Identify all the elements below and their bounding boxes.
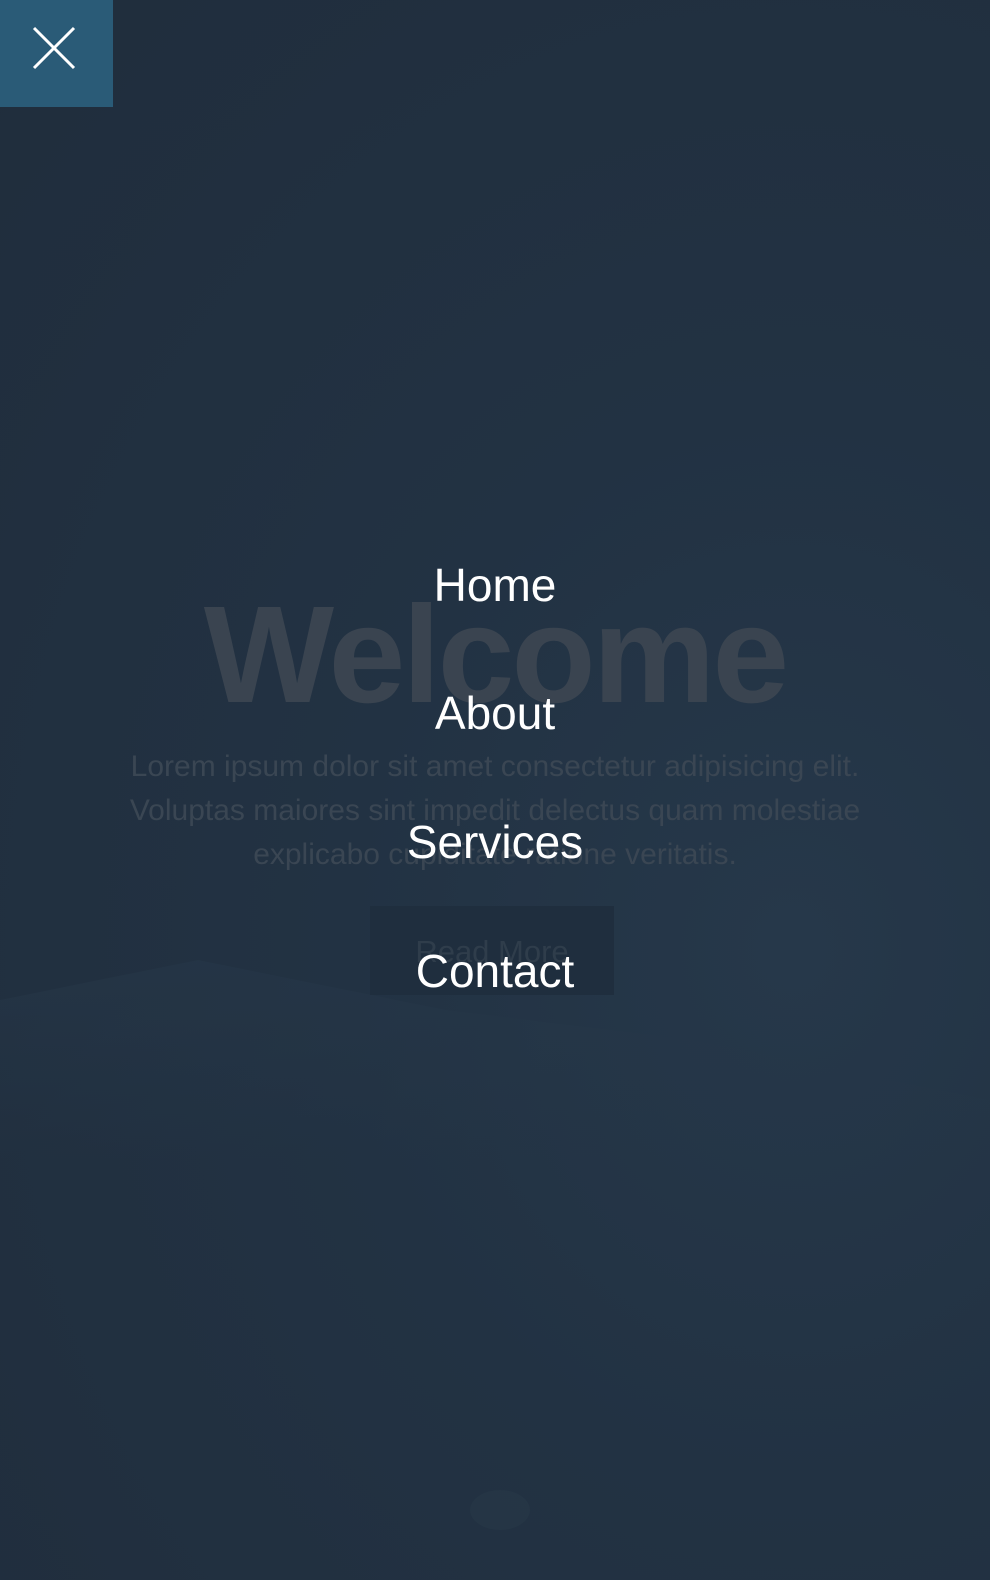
- close-menu-button[interactable]: [0, 0, 113, 107]
- footer-logo: [470, 1490, 530, 1530]
- menu-item-home[interactable]: Home: [0, 557, 990, 613]
- menu-item-about[interactable]: About: [0, 685, 990, 741]
- close-x-icon: [32, 26, 76, 70]
- menu-item-services[interactable]: Services: [0, 814, 990, 870]
- menu-item-contact[interactable]: Contact: [0, 943, 990, 999]
- hero-description-line: Lorem ipsum dolor sit amet consectetur a…: [130, 750, 860, 783]
